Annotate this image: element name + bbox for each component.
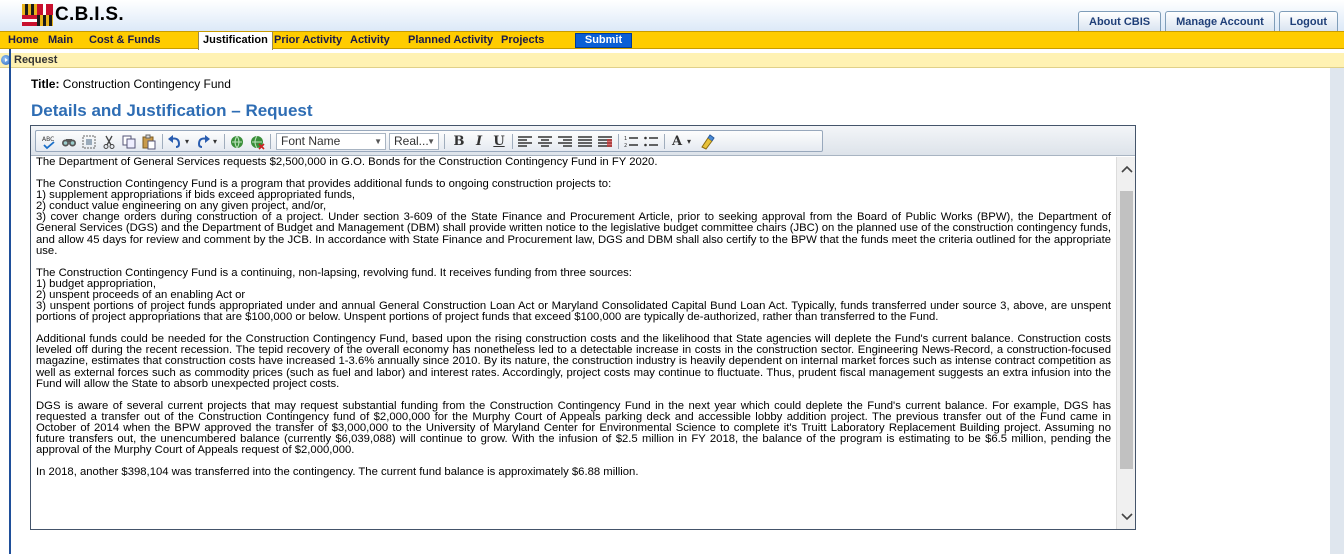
- nav-main[interactable]: Main: [48, 32, 73, 49]
- toolbar-strip: ABC ▾ ▾ Font Name ▼ Real... ▼ B I U 1 2 …: [35, 130, 823, 152]
- page-heading: Details and Justification – Request: [31, 101, 313, 120]
- funding-item-3: 3) unspent portions of project funds app…: [36, 300, 1111, 324]
- app-logo[interactable]: C.B.I.S.: [22, 1, 124, 29]
- editor-toolbar: ABC ▾ ▾ Font Name ▼ Real... ▼ B I U 1 2 …: [31, 126, 1135, 156]
- font-name-value: Font Name: [281, 134, 341, 148]
- logout-tab[interactable]: Logout: [1278, 11, 1338, 31]
- ordered-list-icon[interactable]: 12: [622, 133, 640, 150]
- scroll-down-icon[interactable]: [1117, 506, 1136, 528]
- nav-planned-activity[interactable]: Planned Activity: [408, 32, 493, 49]
- nav-projects[interactable]: Projects: [501, 32, 544, 49]
- link-icon[interactable]: [228, 133, 246, 150]
- justify-icon[interactable]: [576, 133, 594, 150]
- select-all-icon[interactable]: [80, 133, 98, 150]
- redo-dropdown-icon[interactable]: ▾: [210, 133, 220, 150]
- app-logo-text: C.B.I.S.: [55, 4, 124, 25]
- breadcrumb: Request: [0, 53, 1344, 68]
- paragraph-current-projects: DGS is aware of several current projects…: [36, 399, 1111, 457]
- paste-icon[interactable]: [140, 133, 158, 150]
- paragraph-rising-costs: Additional funds could be needed for the…: [36, 333, 1111, 390]
- font-name-chevron-icon: ▼: [374, 137, 382, 146]
- font-size-value: Real...: [394, 134, 429, 148]
- undo-dropdown-icon[interactable]: ▾: [182, 133, 192, 150]
- align-left-icon[interactable]: [516, 133, 534, 150]
- font-size-select[interactable]: Real... ▼: [389, 133, 439, 150]
- maryland-flag-icon: [22, 4, 53, 26]
- cut-icon[interactable]: [100, 133, 118, 150]
- rich-text-editor: ABC ▾ ▾ Font Name ▼ Real... ▼ B I U 1 2 …: [30, 125, 1136, 530]
- align-center-icon[interactable]: [536, 133, 554, 150]
- top-tabs: About CBIS Manage Account Logout: [1078, 11, 1338, 31]
- paragraph-funding-sources: The Construction Contingency Fund is a c…: [36, 267, 1111, 324]
- copy-icon[interactable]: [120, 133, 138, 150]
- cbis-app: C.B.I.S. About CBIS Manage Account Logou…: [0, 0, 1344, 554]
- right-panel: [1330, 68, 1344, 554]
- unordered-list-icon[interactable]: [642, 133, 660, 150]
- manage-account-tab[interactable]: Manage Account: [1165, 11, 1275, 31]
- about-cbis-tab[interactable]: About CBIS: [1078, 11, 1162, 31]
- editor-scrollbar[interactable]: [1116, 157, 1135, 529]
- clear-format-icon[interactable]: [698, 133, 716, 150]
- svg-text:1: 1: [624, 136, 627, 142]
- nav-cost-funds[interactable]: Cost & Funds: [89, 32, 161, 49]
- italic-icon[interactable]: I: [470, 133, 488, 150]
- find-icon[interactable]: [60, 133, 78, 150]
- paragraph-program-description: The Construction Contingency Fund is a p…: [36, 178, 1111, 257]
- scrollbar-thumb[interactable]: [1120, 191, 1133, 469]
- unlink-icon[interactable]: [248, 133, 266, 150]
- project-title: Title: Construction Contingency Fund: [31, 77, 231, 91]
- justify-full-icon[interactable]: [596, 133, 614, 150]
- program-item-3: 3) cover change orders during constructi…: [36, 211, 1111, 257]
- submit-button[interactable]: Submit: [575, 33, 632, 48]
- spellcheck-icon[interactable]: ABC: [40, 133, 58, 150]
- nav-justification[interactable]: Justification: [198, 32, 273, 50]
- left-border: [9, 49, 11, 554]
- nav-activity[interactable]: Activity: [350, 32, 390, 49]
- paragraph-request: The Department of General Services reque…: [36, 157, 658, 168]
- bold-icon[interactable]: B: [450, 133, 468, 150]
- nav-prior-activity[interactable]: Prior Activity: [274, 32, 342, 49]
- top-bar: C.B.I.S. About CBIS Manage Account Logou…: [0, 0, 1344, 31]
- font-size-chevron-icon: ▼: [427, 137, 435, 146]
- breadcrumb-request[interactable]: Request: [14, 54, 57, 66]
- font-color-dropdown-icon[interactable]: ▾: [684, 133, 694, 150]
- svg-text:ABC: ABC: [42, 136, 54, 143]
- main-nav: Home Main Cost & Funds Justification Pri…: [0, 31, 1344, 50]
- nav-home[interactable]: Home: [8, 32, 39, 49]
- underline-icon[interactable]: U: [490, 133, 508, 150]
- title-value: Construction Contingency Fund: [62, 77, 231, 91]
- editor-content[interactable]: The Department of General Services reque…: [33, 157, 1114, 529]
- svg-text:2: 2: [624, 143, 627, 149]
- title-label: Title:: [31, 77, 60, 91]
- font-name-select[interactable]: Font Name ▼: [276, 133, 386, 150]
- align-right-icon[interactable]: [556, 133, 574, 150]
- paragraph-2018-transfer: In 2018, another $398,104 was transferre…: [36, 466, 639, 479]
- scroll-up-icon[interactable]: [1117, 158, 1136, 180]
